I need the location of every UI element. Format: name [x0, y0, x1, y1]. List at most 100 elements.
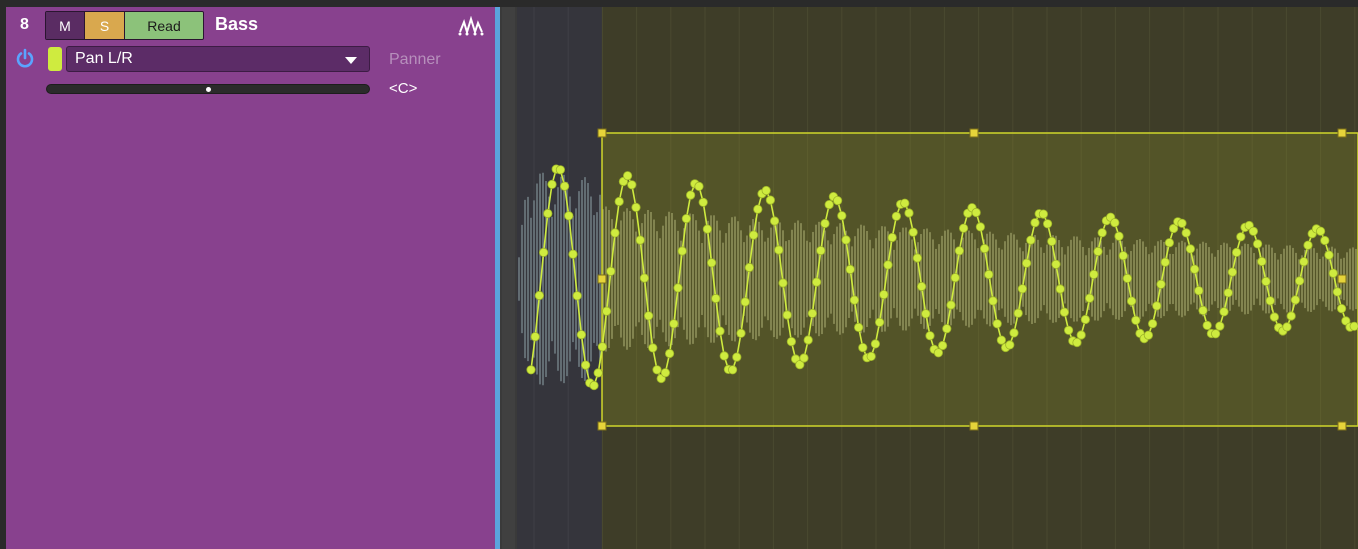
automation-point: [736, 328, 746, 338]
automation-point: [996, 335, 1006, 345]
mute-button[interactable]: M: [46, 12, 85, 39]
automation-point: [1051, 259, 1061, 269]
automation-point: [1265, 296, 1275, 306]
automation-point: [543, 208, 553, 219]
automation-point: [879, 289, 889, 300]
automation-point: [824, 200, 834, 210]
automation-point: [1202, 320, 1212, 330]
automation-point: [635, 235, 645, 245]
automation-point: [1223, 288, 1233, 298]
automation-parameter-select[interactable]: Pan L/R: [66, 46, 370, 72]
automation-point: [1324, 250, 1334, 260]
automation-point: [1290, 295, 1301, 305]
automation-point: [698, 197, 708, 207]
automation-point: [1286, 311, 1296, 321]
automation-point: [1076, 330, 1086, 340]
automation-point: [1164, 238, 1175, 248]
automation-point: [1252, 239, 1263, 249]
automation-point: [623, 171, 633, 181]
selection-handle: [1337, 274, 1347, 284]
automation-point: [660, 368, 670, 378]
automation-point: [631, 202, 641, 212]
automation-point: [677, 246, 687, 256]
automation-point: [900, 198, 910, 208]
automation-point: [1118, 251, 1128, 261]
automation-canvas[interactable]: [517, 7, 1358, 549]
automation-point: [774, 245, 784, 255]
automation-point: [1336, 303, 1347, 314]
automation-point: [1261, 276, 1271, 286]
automation-point: [803, 335, 813, 345]
automation-timeline[interactable]: [517, 7, 1358, 549]
automation-point: [1349, 321, 1358, 331]
automation-point: [1021, 258, 1032, 268]
track-number: 8: [20, 16, 29, 33]
automation-point: [820, 218, 830, 229]
automation-point: [593, 368, 603, 378]
automation-point: [547, 179, 557, 189]
automation-point: [1248, 226, 1259, 236]
automation-point: [954, 246, 964, 256]
automation-point: [1210, 329, 1221, 339]
automation-point: [845, 264, 855, 274]
automation-point: [694, 181, 704, 191]
automation-point: [1215, 321, 1225, 331]
automation-point: [1093, 246, 1103, 257]
pan-slider-thumb[interactable]: [205, 87, 211, 92]
automation-point: [1131, 315, 1141, 325]
automation-point: [1332, 287, 1343, 297]
automation-point: [849, 295, 859, 305]
automation-point: [921, 309, 931, 319]
automation-point: [1231, 247, 1242, 257]
automation-point: [1236, 232, 1246, 242]
automation-point: [1303, 240, 1313, 250]
automation-point: [639, 273, 650, 283]
automation-point: [761, 185, 771, 196]
automation-point: [1126, 296, 1137, 306]
automation-point: [648, 343, 658, 353]
selection-handle: [1337, 421, 1347, 431]
automation-point: [715, 326, 725, 336]
automation-point: [1122, 273, 1133, 283]
track-name[interactable]: Bass: [215, 14, 258, 35]
automation-point: [1009, 328, 1019, 338]
automation-point: [1089, 269, 1099, 279]
automation-point: [1177, 218, 1187, 228]
selection-handle: [597, 128, 607, 138]
automation-point: [984, 269, 994, 280]
automation-point: [942, 324, 952, 334]
automation-point: [539, 247, 549, 257]
automation-point: [874, 317, 885, 327]
automation-color-chip[interactable]: [48, 47, 62, 71]
automation-point: [669, 319, 679, 329]
waveform-icon[interactable]: [457, 15, 487, 38]
automation-point: [841, 235, 851, 245]
automation-point: [1147, 319, 1158, 329]
automation-point: [1219, 307, 1229, 317]
automation-point: [707, 258, 717, 268]
automation-point: [1269, 312, 1280, 322]
automation-point: [602, 306, 612, 316]
automation-point: [1143, 330, 1154, 340]
automation-mode-button[interactable]: Read: [125, 12, 203, 39]
device-label: Panner: [389, 51, 441, 68]
automation-point: [782, 310, 792, 320]
automation-point: [988, 296, 998, 306]
automation-point: [1114, 231, 1124, 241]
automation-point: [1160, 257, 1170, 267]
automation-point: [858, 342, 868, 353]
selection-handle: [969, 128, 979, 138]
automation-point: [1084, 293, 1095, 303]
solo-button[interactable]: S: [85, 12, 125, 39]
automation-selection-box: [601, 132, 1358, 427]
automation-point: [1156, 279, 1166, 289]
automation-point: [686, 190, 696, 200]
pan-slider[interactable]: [46, 84, 370, 94]
automation-point: [1072, 337, 1082, 348]
pan-value: <C>: [389, 80, 418, 97]
power-icon[interactable]: [14, 48, 36, 70]
automation-point: [1282, 322, 1292, 332]
automation-point: [711, 293, 721, 304]
automation-point: [1320, 235, 1330, 246]
automation-point: [614, 196, 624, 207]
